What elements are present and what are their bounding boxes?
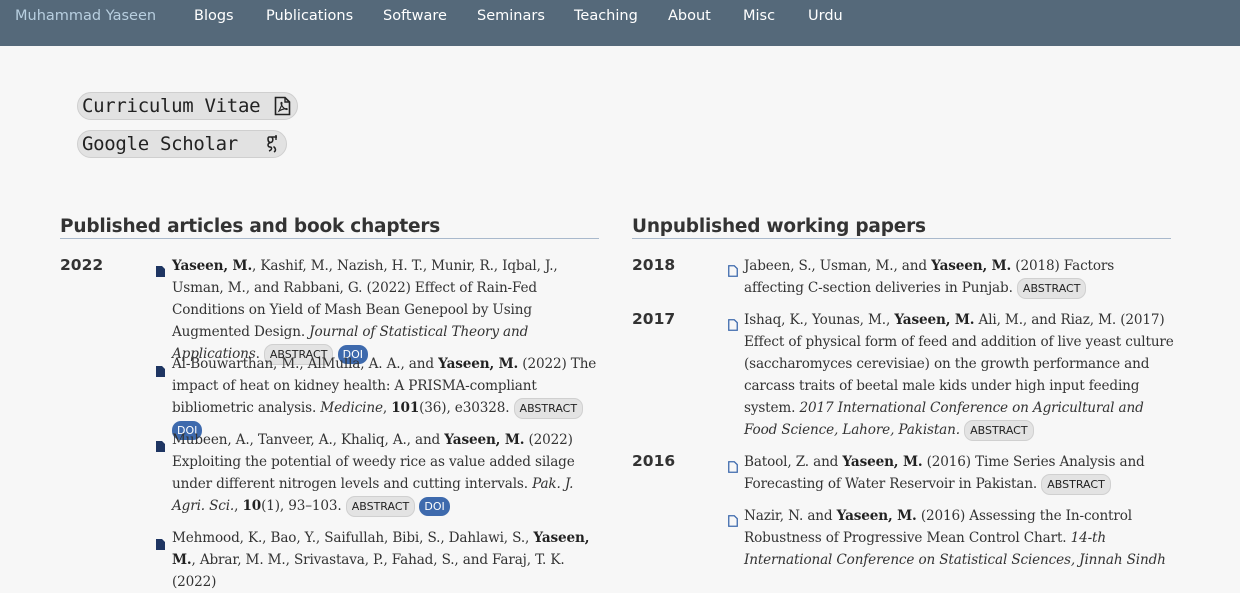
unpublished-section-title: Unpublished working papers <box>632 216 1171 239</box>
nav-link-publications[interactable]: Publications <box>266 8 353 24</box>
abstract-button[interactable]: ABSTRACT <box>513 398 584 419</box>
filled-document-icon <box>156 535 165 554</box>
nav-link-blogs[interactable]: Blogs <box>194 8 234 24</box>
publication-entry: Mubeen, A., Tanveer, A., Khaliq, A., and… <box>172 429 600 517</box>
nav-link-misc[interactable]: Misc <box>743 8 775 24</box>
publication-issue-pages: (1), 93–103. <box>261 498 342 514</box>
year-label-2017: 2017 <box>632 310 676 328</box>
paper-venue: 2017 International Conference on Agricul… <box>744 400 1144 438</box>
abstract-button[interactable]: ABSTRACT <box>345 496 416 517</box>
author-self: Yaseen, M. <box>931 258 1012 274</box>
curriculum-vitae-button[interactable]: Curriculum Vitae <box>77 92 299 120</box>
curriculum-vitae-label: Curriculum Vitae <box>82 95 261 117</box>
published-section: Published articles and book chapters <box>60 216 599 239</box>
paper-authors: Nazir, N. and <box>744 508 833 524</box>
author-self: Yaseen, M. <box>894 312 975 328</box>
working-paper-entry: Ishaq, K., Younas, M., Yaseen, M. Ali, M… <box>744 309 1174 441</box>
top-navbar: Muhammad Yaseen Blogs Publications Softw… <box>0 0 1240 46</box>
publication-entry: Yaseen, M., Kashif, M., Nazish, H. T., M… <box>172 255 600 365</box>
year-label-2022: 2022 <box>60 256 104 274</box>
publication-authors: Mubeen, A., Tanveer, A., Khaliq, A., and <box>172 432 441 448</box>
outline-document-icon <box>728 316 738 335</box>
filled-document-icon <box>156 262 165 281</box>
paper-authors: Batool, Z. and <box>744 454 839 470</box>
outline-document-icon <box>728 458 738 477</box>
author-self: Yaseen, M. <box>842 454 923 470</box>
publication-authors: , Abrar, M. M., Srivastava, P., Fahad, S… <box>172 552 565 590</box>
nav-link-software[interactable]: Software <box>383 8 447 24</box>
filled-document-icon <box>156 362 165 381</box>
doi-button[interactable]: DOI <box>419 497 450 516</box>
nav-link-about[interactable]: About <box>668 8 711 24</box>
working-paper-entry: Nazir, N. and Yaseen, M. (2016) Assessin… <box>744 505 1174 571</box>
author-self: Yaseen, M. <box>444 432 525 448</box>
paper-authors: Ishaq, K., Younas, M., <box>744 312 891 328</box>
outline-document-icon <box>728 262 738 281</box>
publication-volume: 101 <box>391 400 420 416</box>
nav-link-urdu[interactable]: Urdu <box>808 8 843 24</box>
author-self: Yaseen, M. <box>172 258 253 274</box>
publication-entry: Al-Bouwarthan, M., AlMulla, A. A., and Y… <box>172 353 600 441</box>
working-paper-entry: Batool, Z. and Yaseen, M. (2016) Time Se… <box>744 451 1174 495</box>
publication-entry: Mehmood, K., Bao, Y., Saifullah, Bibi, S… <box>172 527 600 593</box>
paper-authors: Jabeen, S., Usman, M., and <box>744 258 927 274</box>
nav-link-teaching[interactable]: Teaching <box>574 8 638 24</box>
publication-issue-pages: (36), e30328. <box>419 400 510 416</box>
year-label-2018: 2018 <box>632 256 676 274</box>
pdf-icon <box>274 96 291 116</box>
nav-link-seminars[interactable]: Seminars <box>477 8 545 24</box>
google-scholar-button[interactable]: Google Scholar <box>77 130 287 158</box>
publication-authors: Al-Bouwarthan, M., AlMulla, A. A., and <box>172 356 434 372</box>
publication-venue: Medicine <box>320 400 383 416</box>
abstract-button[interactable]: ABSTRACT <box>964 420 1034 441</box>
working-paper-entry: Jabeen, S., Usman, M., and Yaseen, M. (2… <box>744 255 1174 299</box>
abstract-button[interactable]: ABSTRACT <box>1041 474 1111 495</box>
outline-document-icon <box>728 512 738 531</box>
google-scholar-label: Google Scholar <box>82 133 238 155</box>
google-scholar-icon <box>266 134 280 154</box>
publication-volume: 10 <box>242 498 262 514</box>
published-section-title: Published articles and book chapters <box>60 216 599 239</box>
year-label-2016: 2016 <box>632 452 676 470</box>
filled-document-icon <box>156 437 165 456</box>
author-self: Yaseen, M. <box>438 356 519 372</box>
site-brand[interactable]: Muhammad Yaseen <box>15 8 156 24</box>
abstract-button[interactable]: ABSTRACT <box>1016 278 1087 299</box>
publication-authors: Mehmood, K., Bao, Y., Saifullah, Bibi, S… <box>172 530 530 546</box>
author-self: Yaseen, M. <box>836 508 917 524</box>
unpublished-section: Unpublished working papers <box>632 216 1171 239</box>
